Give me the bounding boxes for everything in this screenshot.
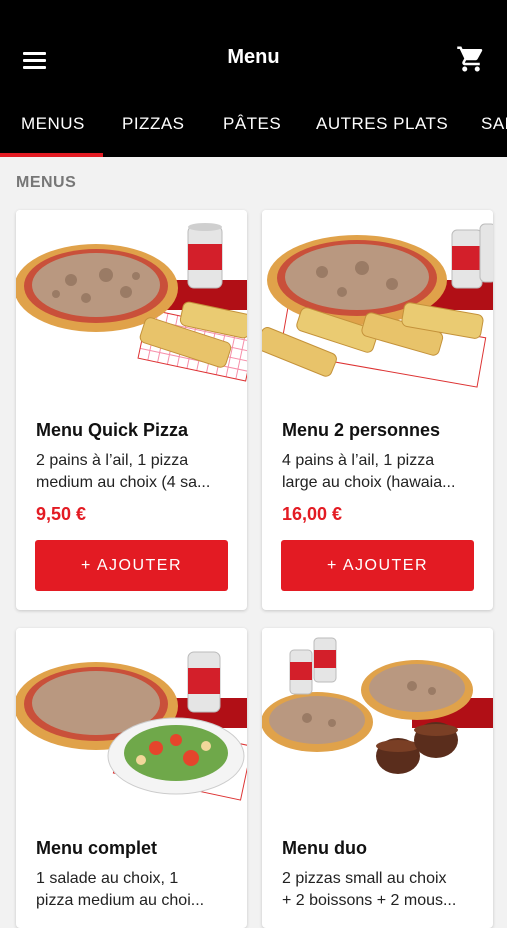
tab-menus[interactable]: MENUS: [21, 100, 85, 157]
category-tabs: MENUS PIZZAS PÂTES AUTRES PLATS SAL: [0, 100, 507, 157]
product-name: Menu Quick Pizza: [36, 420, 189, 440]
product-name: Menu duo: [282, 838, 367, 858]
product-description: 2 pizzas small au choix + 2 boissons + 2…: [282, 870, 457, 909]
product-image: [16, 210, 247, 390]
product-name: Menu 2 personnes: [282, 420, 441, 440]
tab-pates[interactable]: PÂTES: [223, 100, 281, 157]
product-price: 9,50 €: [36, 504, 87, 524]
tab-salades[interactable]: SAL: [481, 100, 507, 157]
product-image: [262, 210, 493, 390]
product-name: Menu complet: [36, 838, 158, 858]
section-title: MENUS: [16, 174, 77, 191]
app-bar: Menu MENUS PIZZAS PÂTES AUTRES PLATS SAL: [0, 0, 507, 157]
product-card[interactable]: Menu Quick Pizza 2 pains à l’ail, 1 pizz…: [16, 210, 247, 610]
page-title: Menu: [227, 46, 280, 68]
tab-pizzas[interactable]: PIZZAS: [122, 100, 185, 157]
top-bar: Menu: [0, 0, 507, 100]
tab-autres-plats[interactable]: AUTRES PLATS: [316, 100, 448, 157]
product-card[interactable]: Menu 2 personnes 4 pains à l’ail, 1 pizz…: [262, 210, 493, 610]
add-to-cart-button[interactable]: + AJOUTER: [281, 540, 474, 591]
active-tab-indicator: [0, 153, 103, 157]
product-price: 16,00 €: [282, 504, 343, 524]
product-description: 1 salade au choix, 1 pizza medium au cho…: [36, 870, 205, 909]
add-to-cart-button[interactable]: + AJOUTER: [35, 540, 228, 591]
product-description: 4 pains à l’ail, 1 pizza large au choix …: [282, 452, 456, 491]
product-image: [262, 628, 493, 808]
shopping-cart-icon[interactable]: [456, 44, 486, 74]
product-card[interactable]: Menu duo 2 pizzas small au choix + 2 boi…: [262, 628, 493, 928]
product-card[interactable]: Menu complet 1 salade au choix, 1 pizza …: [16, 628, 247, 928]
product-image: [16, 628, 247, 808]
product-description: 2 pains à l’ail, 1 pizza medium au choix…: [36, 452, 211, 491]
